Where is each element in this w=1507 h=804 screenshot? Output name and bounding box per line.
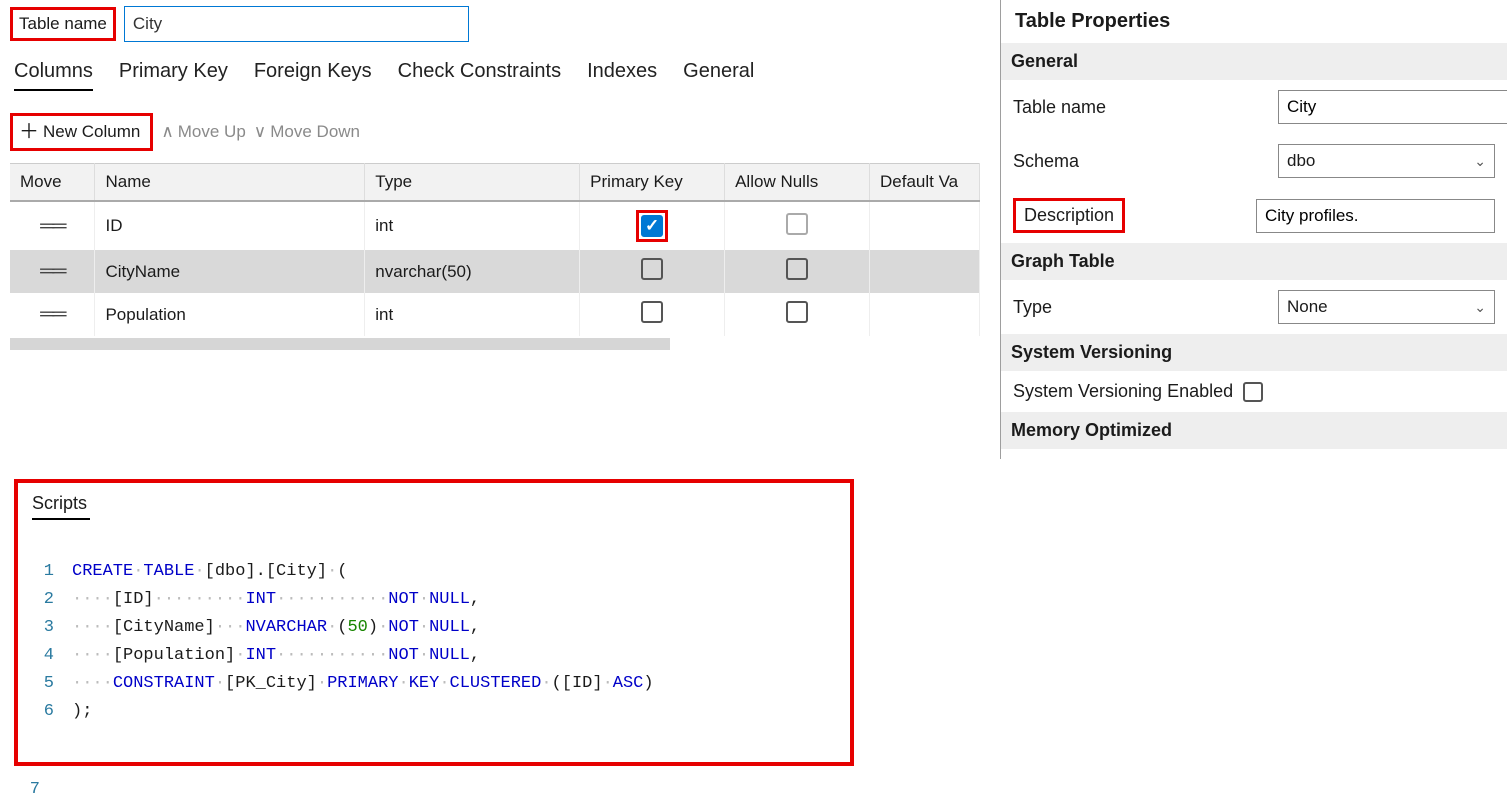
- designer-pane: Table name Columns Primary Key Foreign K…: [0, 0, 1000, 459]
- drag-handle-icon[interactable]: ══: [40, 260, 64, 282]
- header-name: Name: [95, 164, 365, 202]
- cell-type[interactable]: nvarchar(50): [365, 250, 580, 293]
- pk-checkbox[interactable]: [641, 258, 663, 280]
- pk-checkbox-highlight: ✓: [636, 210, 668, 242]
- grid-row[interactable]: ══ Population int: [10, 293, 980, 336]
- cell-name[interactable]: CityName: [95, 250, 365, 293]
- designer-tabs: Columns Primary Key Foreign Keys Check C…: [10, 60, 990, 91]
- prop-input-description[interactable]: [1256, 199, 1495, 233]
- grid-row[interactable]: ══ ID int ✓: [10, 201, 980, 250]
- new-column-button[interactable]: ＋ New Column: [10, 113, 153, 151]
- move-up-button[interactable]: ∧ Move Up: [161, 122, 245, 142]
- nulls-checkbox[interactable]: [786, 213, 808, 235]
- prop-label-description: Description: [1013, 198, 1125, 233]
- tab-foreignkeys[interactable]: Foreign Keys: [254, 60, 372, 91]
- chevron-down-icon: ⌄: [1474, 299, 1486, 316]
- grid-horizontal-scrollbar[interactable]: [10, 338, 670, 350]
- header-nulls: Allow Nulls: [725, 164, 870, 202]
- pk-checkbox[interactable]: ✓: [641, 215, 663, 237]
- columns-grid: Move Name Type Primary Key Allow Nulls D…: [10, 163, 980, 336]
- columns-toolbar: ＋ New Column ∧ Move Up ∨ Move Down: [10, 113, 990, 151]
- nulls-checkbox[interactable]: [786, 258, 808, 280]
- prop-input-tablename[interactable]: [1278, 90, 1507, 124]
- nulls-checkbox[interactable]: [786, 301, 808, 323]
- tab-general[interactable]: General: [683, 60, 754, 91]
- tab-scripts[interactable]: Scripts: [32, 493, 90, 520]
- header-type: Type: [365, 164, 580, 202]
- sql-editor-extra-line: 7: [18, 776, 1507, 804]
- graph-type-value: None: [1287, 297, 1328, 317]
- grid-row[interactable]: ══ CityName nvarchar(50): [10, 250, 980, 293]
- tab-checkconstraints[interactable]: Check Constraints: [398, 60, 561, 91]
- prop-label-tablename: Table name: [1013, 97, 1268, 118]
- move-down-button[interactable]: ∨ Move Down: [254, 122, 360, 142]
- chevron-up-icon: ∧: [161, 122, 173, 142]
- prop-select-schema[interactable]: dbo ⌄: [1278, 144, 1495, 178]
- prop-row-description: Description: [1013, 188, 1495, 243]
- drag-handle-icon[interactable]: ══: [40, 215, 64, 237]
- sql-editor[interactable]: 1CREATE·TABLE·[dbo].[City]·( 2····[ID]··…: [32, 530, 836, 754]
- tab-columns[interactable]: Columns: [14, 60, 93, 91]
- prop-row-tablename: Table name: [1013, 80, 1495, 134]
- grid-header-row: Move Name Type Primary Key Allow Nulls D…: [10, 164, 980, 202]
- prop-label-graphtype: Type: [1013, 297, 1268, 318]
- cell-type[interactable]: int: [365, 201, 580, 250]
- cell-default[interactable]: [870, 250, 980, 293]
- header-default: Default Va: [870, 164, 980, 202]
- chevron-down-icon: ∨: [254, 122, 266, 142]
- table-name-input[interactable]: [124, 6, 469, 42]
- plus-icon: ＋: [19, 122, 39, 142]
- chevron-down-icon: ⌄: [1474, 153, 1486, 170]
- cell-name[interactable]: Population: [95, 293, 365, 336]
- cell-type[interactable]: int: [365, 293, 580, 336]
- scripts-panel: Scripts 1CREATE·TABLE·[dbo].[City]·( 2··…: [14, 479, 854, 766]
- table-name-row: Table name: [10, 6, 990, 42]
- tab-primarykey[interactable]: Primary Key: [119, 60, 228, 91]
- move-down-label: Move Down: [270, 122, 360, 142]
- prop-label-schema: Schema: [1013, 151, 1268, 172]
- prop-row-graphtype: Type None ⌄: [1013, 280, 1495, 334]
- prop-row-schema: Schema dbo ⌄: [1013, 134, 1495, 188]
- properties-title: Table Properties: [1013, 10, 1495, 33]
- main-split: Table name Columns Primary Key Foreign K…: [0, 0, 1507, 459]
- properties-pane: Table Properties General Table name Sche…: [1000, 0, 1507, 459]
- section-sv: System Versioning: [1001, 334, 1507, 371]
- cell-name[interactable]: ID: [95, 201, 365, 250]
- header-pk: Primary Key: [580, 164, 725, 202]
- tab-indexes[interactable]: Indexes: [587, 60, 657, 91]
- new-column-label: New Column: [43, 122, 140, 142]
- section-general: General: [1001, 43, 1507, 80]
- sv-checkbox[interactable]: [1243, 382, 1263, 402]
- pk-checkbox[interactable]: [641, 301, 663, 323]
- section-graph: Graph Table: [1001, 243, 1507, 280]
- prop-select-graphtype[interactable]: None ⌄: [1278, 290, 1495, 324]
- drag-handle-icon[interactable]: ══: [40, 303, 64, 325]
- cell-default[interactable]: [870, 201, 980, 250]
- cell-default[interactable]: [870, 293, 980, 336]
- schema-value: dbo: [1287, 151, 1315, 171]
- section-mo: Memory Optimized: [1001, 412, 1507, 449]
- table-name-label: Table name: [10, 7, 116, 41]
- prop-label-sv: System Versioning Enabled: [1013, 381, 1233, 402]
- header-move: Move: [10, 164, 95, 202]
- prop-row-sv: System Versioning Enabled: [1013, 371, 1495, 412]
- move-up-label: Move Up: [178, 122, 246, 142]
